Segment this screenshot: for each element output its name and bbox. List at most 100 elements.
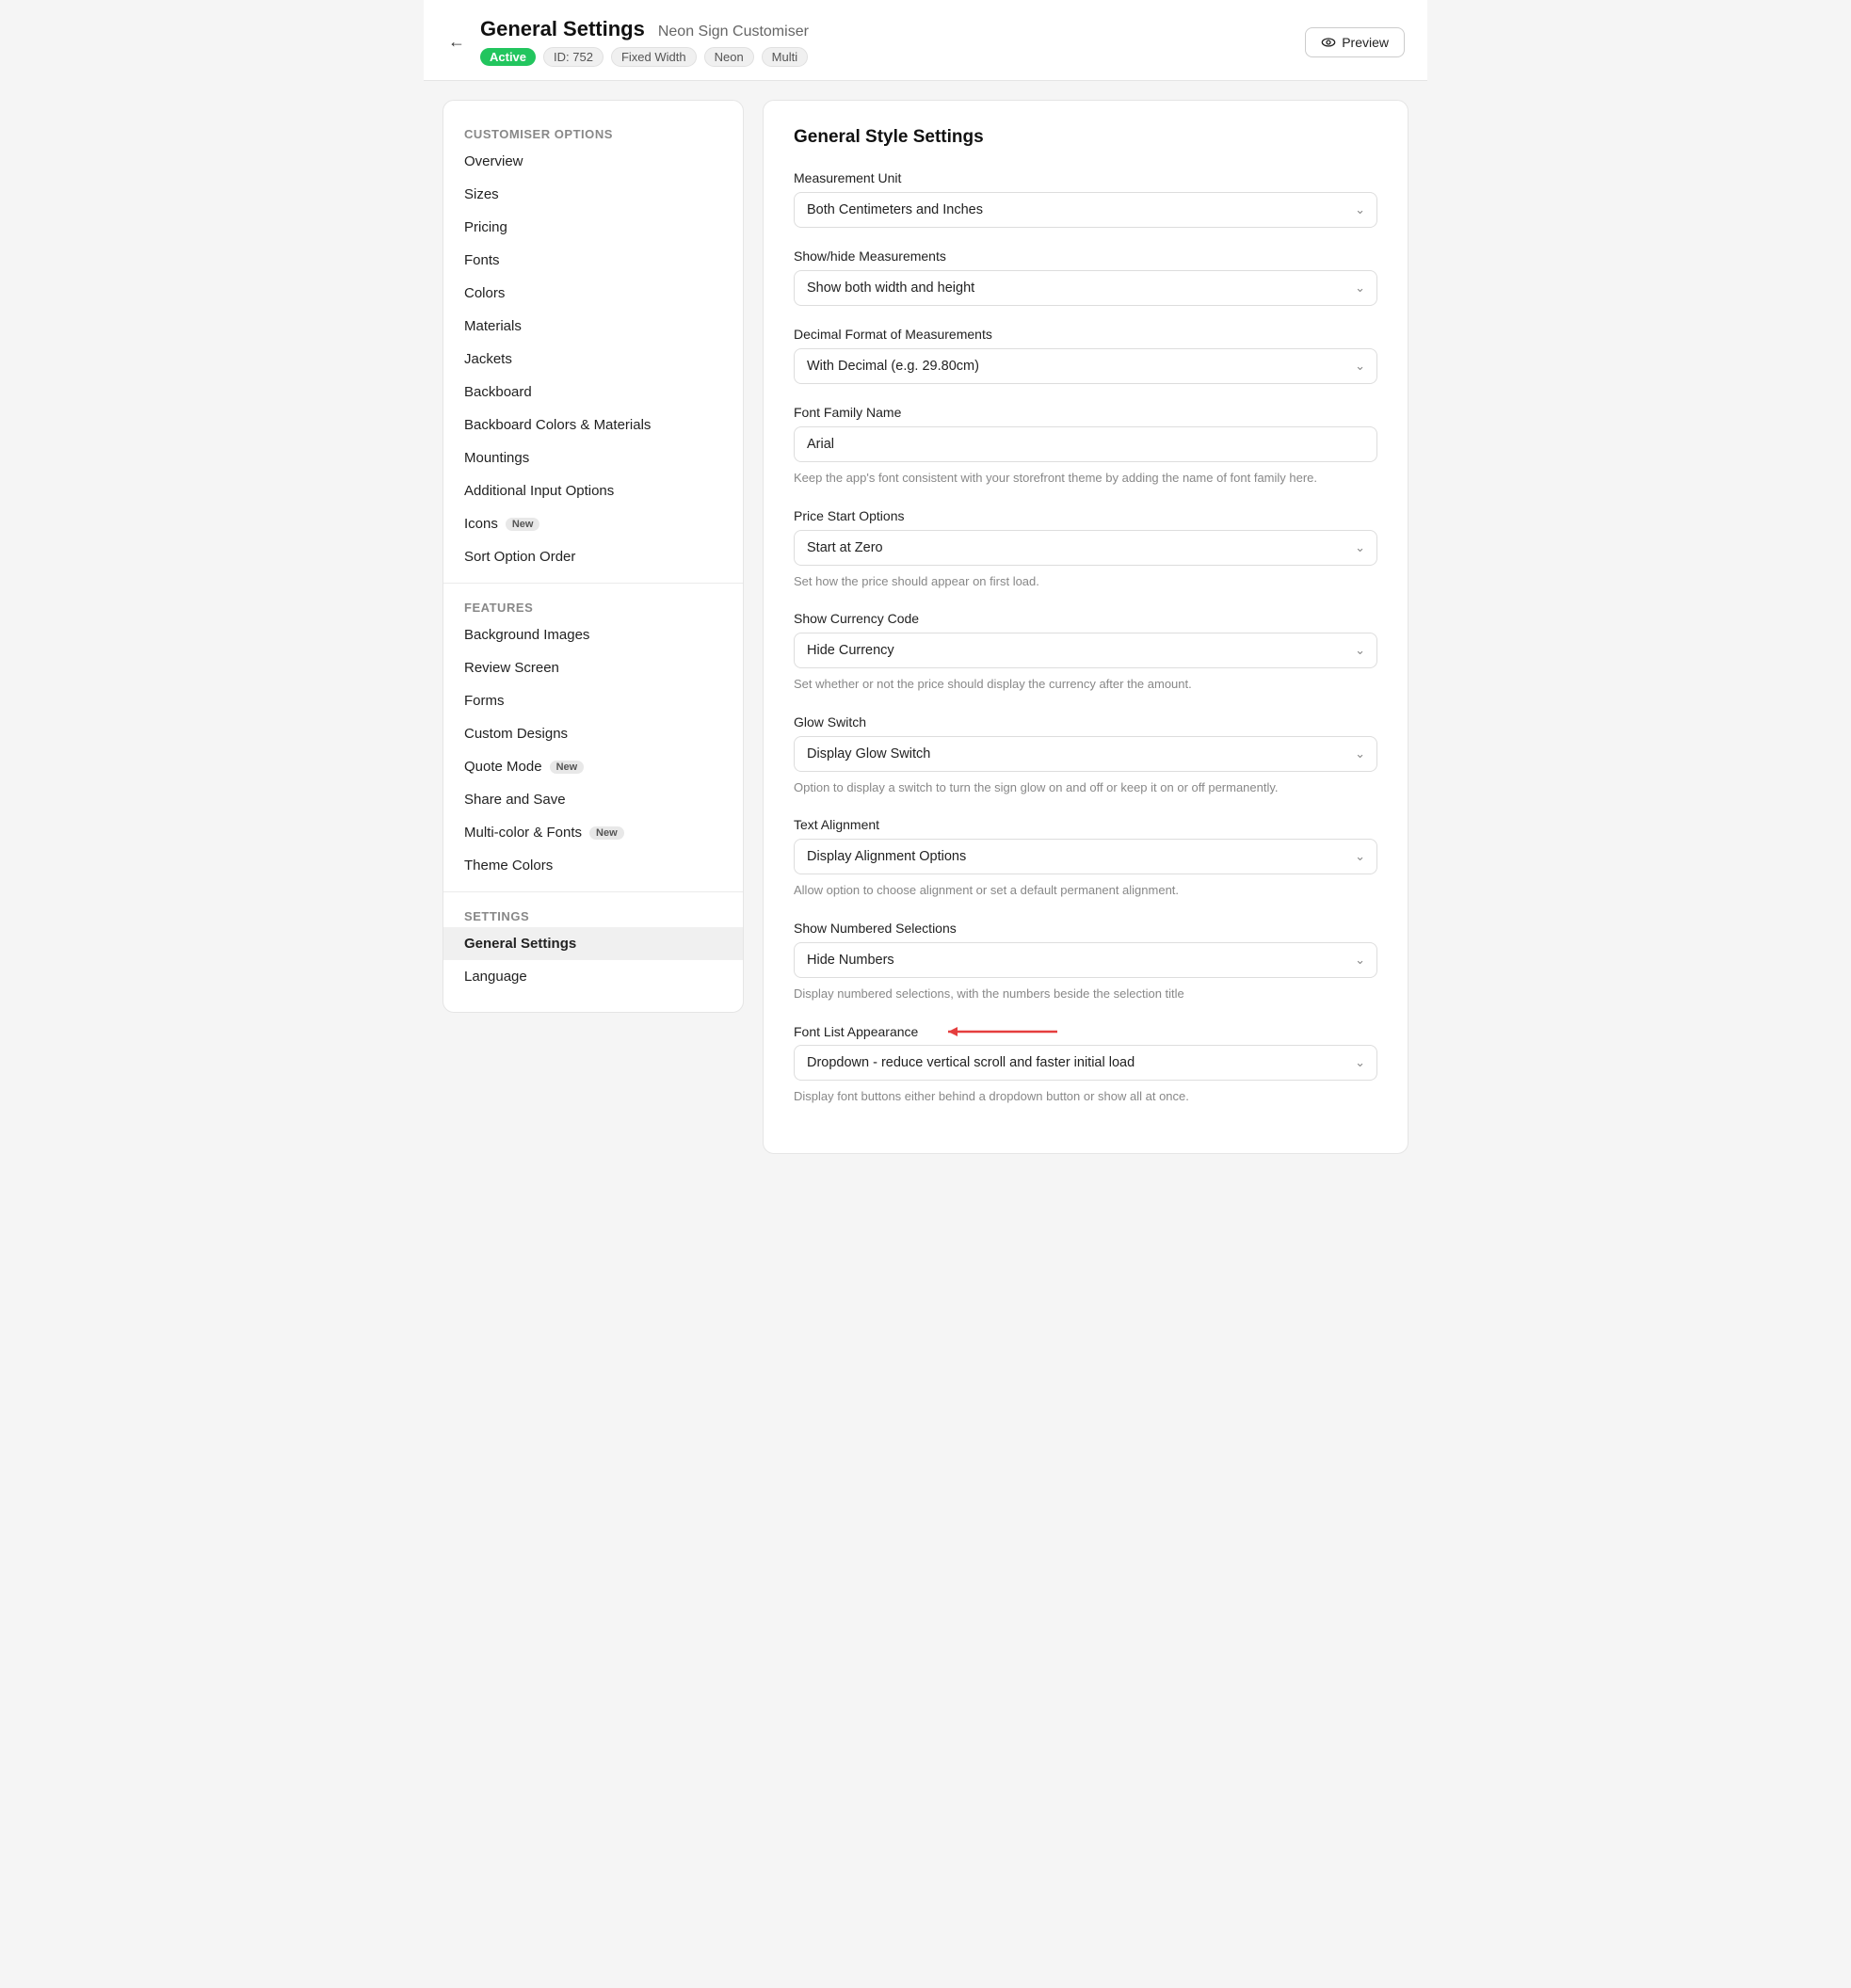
- select-wrapper-font-list: Dropdown - reduce vertical scroll and fa…: [794, 1045, 1377, 1081]
- badge-multi: Multi: [762, 47, 808, 67]
- sidebar-item-custom-designs[interactable]: Custom Designs: [443, 717, 743, 750]
- sidebar-item-additional-input[interactable]: Additional Input Options: [443, 474, 743, 507]
- field-show-hide-measurements: Show/hide Measurements Show both width a…: [794, 248, 1377, 306]
- label-glow-switch: Glow Switch: [794, 714, 1377, 729]
- sidebar-item-overview[interactable]: Overview: [443, 145, 743, 178]
- sidebar-item-colors[interactable]: Colors: [443, 277, 743, 310]
- field-text-alignment: Text Alignment Display Alignment Options…: [794, 817, 1377, 900]
- badge-active: Active: [480, 48, 536, 66]
- hint-currency-code: Set whether or not the price should disp…: [794, 675, 1377, 694]
- sidebar-item-language[interactable]: Language: [443, 960, 743, 993]
- label-font-list-appearance: Font List Appearance: [794, 1024, 918, 1039]
- select-decimal-format[interactable]: With Decimal (e.g. 29.80cm) Without Deci…: [794, 348, 1377, 384]
- sidebar: Customiser Options Overview Sizes Pricin…: [443, 100, 744, 1013]
- header-left: ← General Settings Neon Sign Customiser …: [446, 17, 809, 67]
- sidebar-item-theme-colors[interactable]: Theme Colors: [443, 849, 743, 882]
- hint-numbered-selections: Display numbered selections, with the nu…: [794, 985, 1377, 1003]
- sidebar-item-share-save[interactable]: Share and Save: [443, 783, 743, 816]
- label-price-start: Price Start Options: [794, 508, 1377, 523]
- sidebar-item-review-screen[interactable]: Review Screen: [443, 651, 743, 684]
- header-title-section: General Settings Neon Sign Customiser Ac…: [480, 17, 809, 67]
- sidebar-section-features: Features: [443, 593, 743, 618]
- select-wrapper-show-hide: Show both width and height Show width on…: [794, 270, 1377, 306]
- select-price-start[interactable]: Start at Zero Start at Base Price: [794, 530, 1377, 566]
- select-measurement-unit[interactable]: Both Centimeters and Inches Centimeters …: [794, 192, 1377, 228]
- sidebar-divider-1: [443, 583, 743, 584]
- hint-price-start: Set how the price should appear on first…: [794, 572, 1377, 591]
- sidebar-divider-2: [443, 891, 743, 892]
- select-font-list-appearance[interactable]: Dropdown - reduce vertical scroll and fa…: [794, 1045, 1377, 1081]
- sidebar-item-background-images[interactable]: Background Images: [443, 618, 743, 651]
- select-wrapper-decimal: With Decimal (e.g. 29.80cm) Without Deci…: [794, 348, 1377, 384]
- hint-font-list-appearance: Display font buttons either behind a dro…: [794, 1087, 1377, 1106]
- sidebar-item-backboard[interactable]: Backboard: [443, 376, 743, 409]
- select-glow-switch[interactable]: Display Glow Switch Always On Always Off: [794, 736, 1377, 772]
- badge-id: ID: 752: [543, 47, 604, 67]
- sidebar-item-quote-mode[interactable]: Quote Mode New: [443, 750, 743, 783]
- back-arrow-icon: ←: [448, 32, 465, 51]
- sidebar-section-settings: Settings: [443, 902, 743, 927]
- back-button[interactable]: ←: [446, 30, 471, 54]
- page-subtitle: Neon Sign Customiser: [658, 24, 809, 40]
- hint-text-alignment: Allow option to choose alignment or set …: [794, 881, 1377, 900]
- select-wrapper-glow: Display Glow Switch Always On Always Off…: [794, 736, 1377, 772]
- sidebar-item-backboard-colors[interactable]: Backboard Colors & Materials: [443, 409, 743, 441]
- header-badges: Active ID: 752 Fixed Width Neon Multi: [480, 47, 809, 67]
- label-measurement-unit: Measurement Unit: [794, 170, 1377, 185]
- sidebar-item-fonts[interactable]: Fonts: [443, 244, 743, 277]
- select-text-alignment[interactable]: Display Alignment Options Force Left For…: [794, 839, 1377, 874]
- sidebar-item-mountings[interactable]: Mountings: [443, 441, 743, 474]
- field-numbered-selections: Show Numbered Selections Hide Numbers Sh…: [794, 921, 1377, 1003]
- icons-new-badge: New: [506, 518, 540, 531]
- preview-button[interactable]: Preview: [1305, 27, 1405, 57]
- sidebar-item-jackets[interactable]: Jackets: [443, 343, 743, 376]
- content-panel: General Style Settings Measurement Unit …: [763, 100, 1408, 1154]
- select-numbered-selections[interactable]: Hide Numbers Show Numbers: [794, 942, 1377, 978]
- sidebar-item-sizes[interactable]: Sizes: [443, 178, 743, 211]
- field-currency-code: Show Currency Code Hide Currency Show Cu…: [794, 611, 1377, 694]
- quote-mode-new-badge: New: [550, 761, 585, 774]
- badge-fixed-width: Fixed Width: [611, 47, 697, 67]
- select-currency-code[interactable]: Hide Currency Show Currency Code: [794, 633, 1377, 668]
- sidebar-item-general-settings[interactable]: General Settings: [443, 927, 743, 960]
- field-font-family: Font Family Name Keep the app's font con…: [794, 405, 1377, 488]
- preview-label: Preview: [1342, 35, 1389, 50]
- badge-neon: Neon: [704, 47, 754, 67]
- select-wrapper-price-start: Start at Zero Start at Base Price ⌄: [794, 530, 1377, 566]
- sidebar-section-customiser: Customiser Options: [443, 120, 743, 145]
- sidebar-item-materials[interactable]: Materials: [443, 310, 743, 343]
- field-decimal-format: Decimal Format of Measurements With Deci…: [794, 327, 1377, 384]
- sidebar-item-forms[interactable]: Forms: [443, 684, 743, 717]
- main-layout: Customiser Options Overview Sizes Pricin…: [424, 81, 1427, 1173]
- header: ← General Settings Neon Sign Customiser …: [424, 0, 1427, 81]
- field-glow-switch: Glow Switch Display Glow Switch Always O…: [794, 714, 1377, 797]
- hint-glow-switch: Option to display a switch to turn the s…: [794, 778, 1377, 797]
- sidebar-item-multicolor-fonts[interactable]: Multi-color & Fonts New: [443, 816, 743, 849]
- select-wrapper-currency: Hide Currency Show Currency Code ⌄: [794, 633, 1377, 668]
- red-arrow-annotation: [935, 1023, 1057, 1040]
- sidebar-item-pricing[interactable]: Pricing: [443, 211, 743, 244]
- hint-font-family: Keep the app's font consistent with your…: [794, 469, 1377, 488]
- eye-icon: [1321, 35, 1336, 50]
- sidebar-item-sort-option[interactable]: Sort Option Order: [443, 540, 743, 573]
- page-title: General Settings: [480, 17, 645, 41]
- label-currency-code: Show Currency Code: [794, 611, 1377, 626]
- select-wrapper-numbered: Hide Numbers Show Numbers ⌄: [794, 942, 1377, 978]
- input-font-family[interactable]: [794, 426, 1377, 462]
- red-left-arrow-icon: [935, 1023, 1057, 1040]
- select-show-hide-measurements[interactable]: Show both width and height Show width on…: [794, 270, 1377, 306]
- field-measurement-unit: Measurement Unit Both Centimeters and In…: [794, 170, 1377, 228]
- select-wrapper-measurement-unit: Both Centimeters and Inches Centimeters …: [794, 192, 1377, 228]
- select-wrapper-alignment: Display Alignment Options Force Left For…: [794, 839, 1377, 874]
- page-wrapper: ← General Settings Neon Sign Customiser …: [424, 0, 1427, 1988]
- field-price-start: Price Start Options Start at Zero Start …: [794, 508, 1377, 591]
- label-font-family: Font Family Name: [794, 405, 1377, 420]
- label-numbered-selections: Show Numbered Selections: [794, 921, 1377, 936]
- label-show-hide-measurements: Show/hide Measurements: [794, 248, 1377, 264]
- label-decimal-format: Decimal Format of Measurements: [794, 327, 1377, 342]
- sidebar-item-icons[interactable]: Icons New: [443, 507, 743, 540]
- multicolor-new-badge: New: [589, 826, 624, 840]
- field-font-list-appearance: Font List Appearance Dropdown - reduce v…: [794, 1023, 1377, 1106]
- content-title: General Style Settings: [794, 127, 1377, 148]
- label-text-alignment: Text Alignment: [794, 817, 1377, 832]
